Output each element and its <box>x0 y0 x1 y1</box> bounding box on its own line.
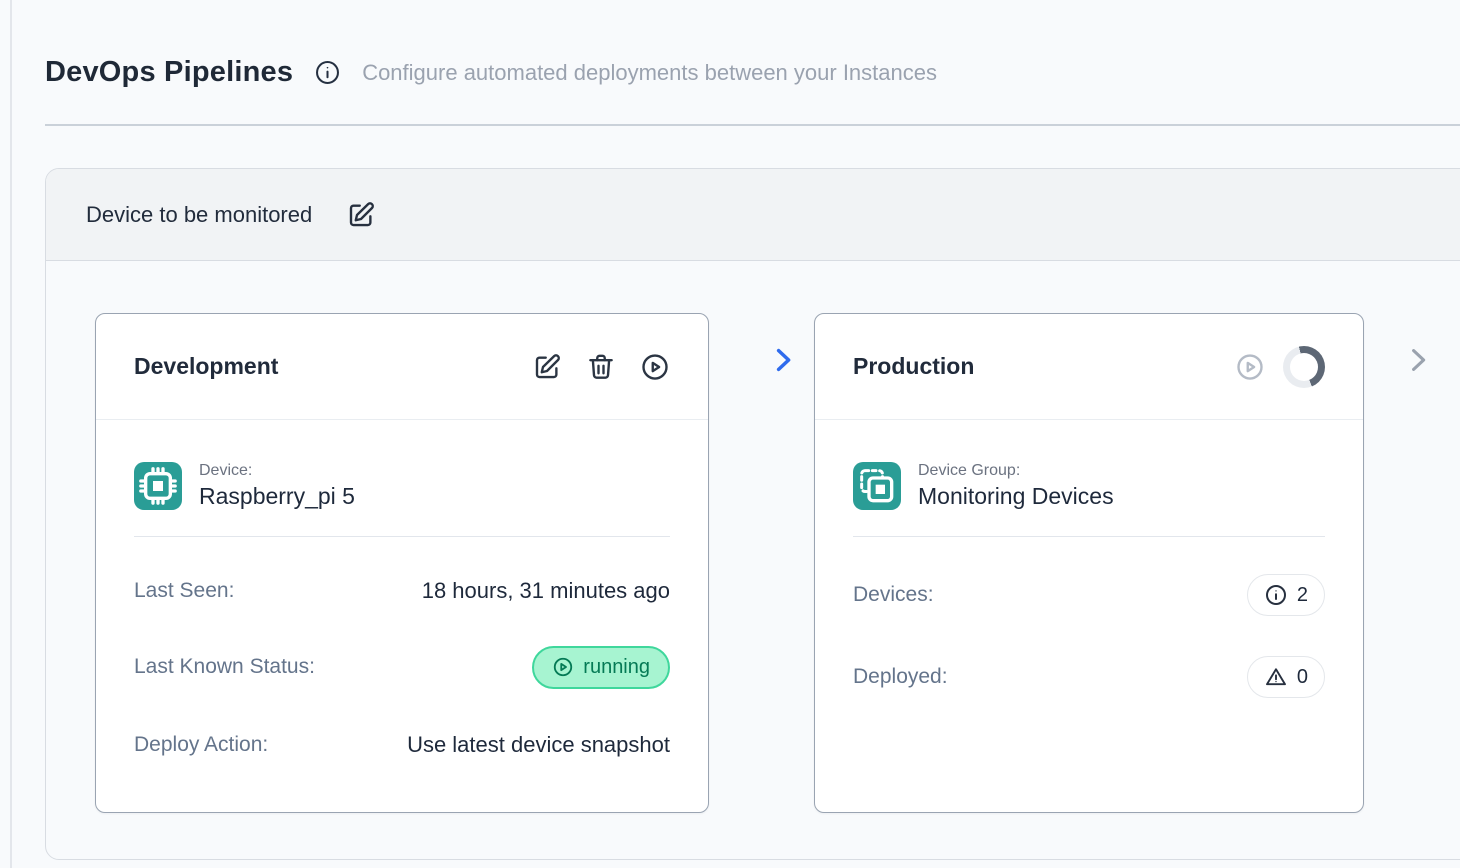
pipeline-panel: Device to be monitored Development <box>45 168 1460 860</box>
stage-title-production: Production <box>853 353 1235 380</box>
info-icon[interactable] <box>314 59 341 86</box>
page-header: DevOps Pipelines Configure automated dep… <box>45 56 1460 89</box>
device-label: Device: <box>199 462 355 480</box>
development-card-header: Development <box>96 314 708 420</box>
chevron-right-icon <box>768 345 798 375</box>
deployed-label: Deployed: <box>853 665 948 689</box>
production-card-header: Production <box>815 314 1363 420</box>
devices-label: Devices: <box>853 583 934 607</box>
header-divider <box>45 124 1460 126</box>
last-known-status-label: Last Known Status: <box>134 655 315 679</box>
last-seen-value: 18 hours, 31 minutes ago <box>422 578 670 604</box>
development-actions <box>532 352 670 382</box>
page-subtitle: Configure automated deployments between … <box>362 60 937 86</box>
deployed-count: 0 <box>1297 666 1308 689</box>
pipeline-panel-header: Device to be monitored <box>46 169 1460 261</box>
device-row: Device: Raspberry_pi 5 <box>134 462 670 510</box>
pipeline-name: Device to be monitored <box>86 202 312 228</box>
deployed-count-pill[interactable]: 0 <box>1247 656 1325 698</box>
stage-card-development: Development <box>95 313 709 813</box>
cpu-chip-icon <box>134 462 182 510</box>
last-known-status-row: Last Known Status: running <box>134 643 670 691</box>
info-circle-icon <box>1264 583 1288 607</box>
device-identity: Device: Raspberry_pi 5 <box>199 462 355 510</box>
edit-pipeline-name-icon[interactable] <box>346 200 376 230</box>
production-card-body: Device Group: Monitoring Devices Devices… <box>815 462 1363 701</box>
card-divider <box>134 536 670 537</box>
device-name: Raspberry_pi 5 <box>199 483 355 510</box>
delete-stage-icon[interactable] <box>586 352 616 382</box>
edit-stage-icon[interactable] <box>532 352 562 382</box>
last-seen-row: Last Seen: 18 hours, 31 minutes ago <box>134 567 670 615</box>
deploy-action-row: Deploy Action: Use latest device snapsho… <box>134 721 670 769</box>
status-badge: running <box>532 646 670 689</box>
content-left-border <box>10 0 12 868</box>
status-badge-text: running <box>583 656 650 679</box>
devices-count-pill[interactable]: 2 <box>1247 574 1325 616</box>
development-card-body: Device: Raspberry_pi 5 Last Seen: 18 hou… <box>96 462 708 769</box>
warning-triangle-icon <box>1264 665 1288 689</box>
device-group-label: Device Group: <box>918 462 1114 480</box>
device-group-name: Monitoring Devices <box>918 483 1114 510</box>
run-stage-disabled-icon[interactable] <box>1235 352 1265 382</box>
last-seen-label: Last Seen: <box>134 579 234 603</box>
deployed-row: Deployed: 0 <box>853 653 1325 701</box>
deploy-action-label: Deploy Action: <box>134 733 268 757</box>
device-group-row: Device Group: Monitoring Devices <box>853 462 1325 510</box>
loading-spinner <box>1283 346 1325 388</box>
stage-card-production: Production <box>814 313 1364 813</box>
page-title: DevOps Pipelines <box>45 56 293 89</box>
device-group-identity: Device Group: Monitoring Devices <box>918 462 1114 510</box>
stage-title-development: Development <box>134 353 532 380</box>
deploy-action-value: Use latest device snapshot <box>407 732 670 758</box>
run-stage-icon[interactable] <box>640 352 670 382</box>
play-circle-icon <box>552 656 574 678</box>
chevron-right-icon <box>1403 345 1433 375</box>
card-divider <box>853 536 1325 537</box>
cpu-chip-group-icon <box>853 462 901 510</box>
production-actions <box>1235 346 1325 388</box>
devices-row: Devices: 2 <box>853 571 1325 619</box>
devices-count: 2 <box>1297 584 1308 607</box>
